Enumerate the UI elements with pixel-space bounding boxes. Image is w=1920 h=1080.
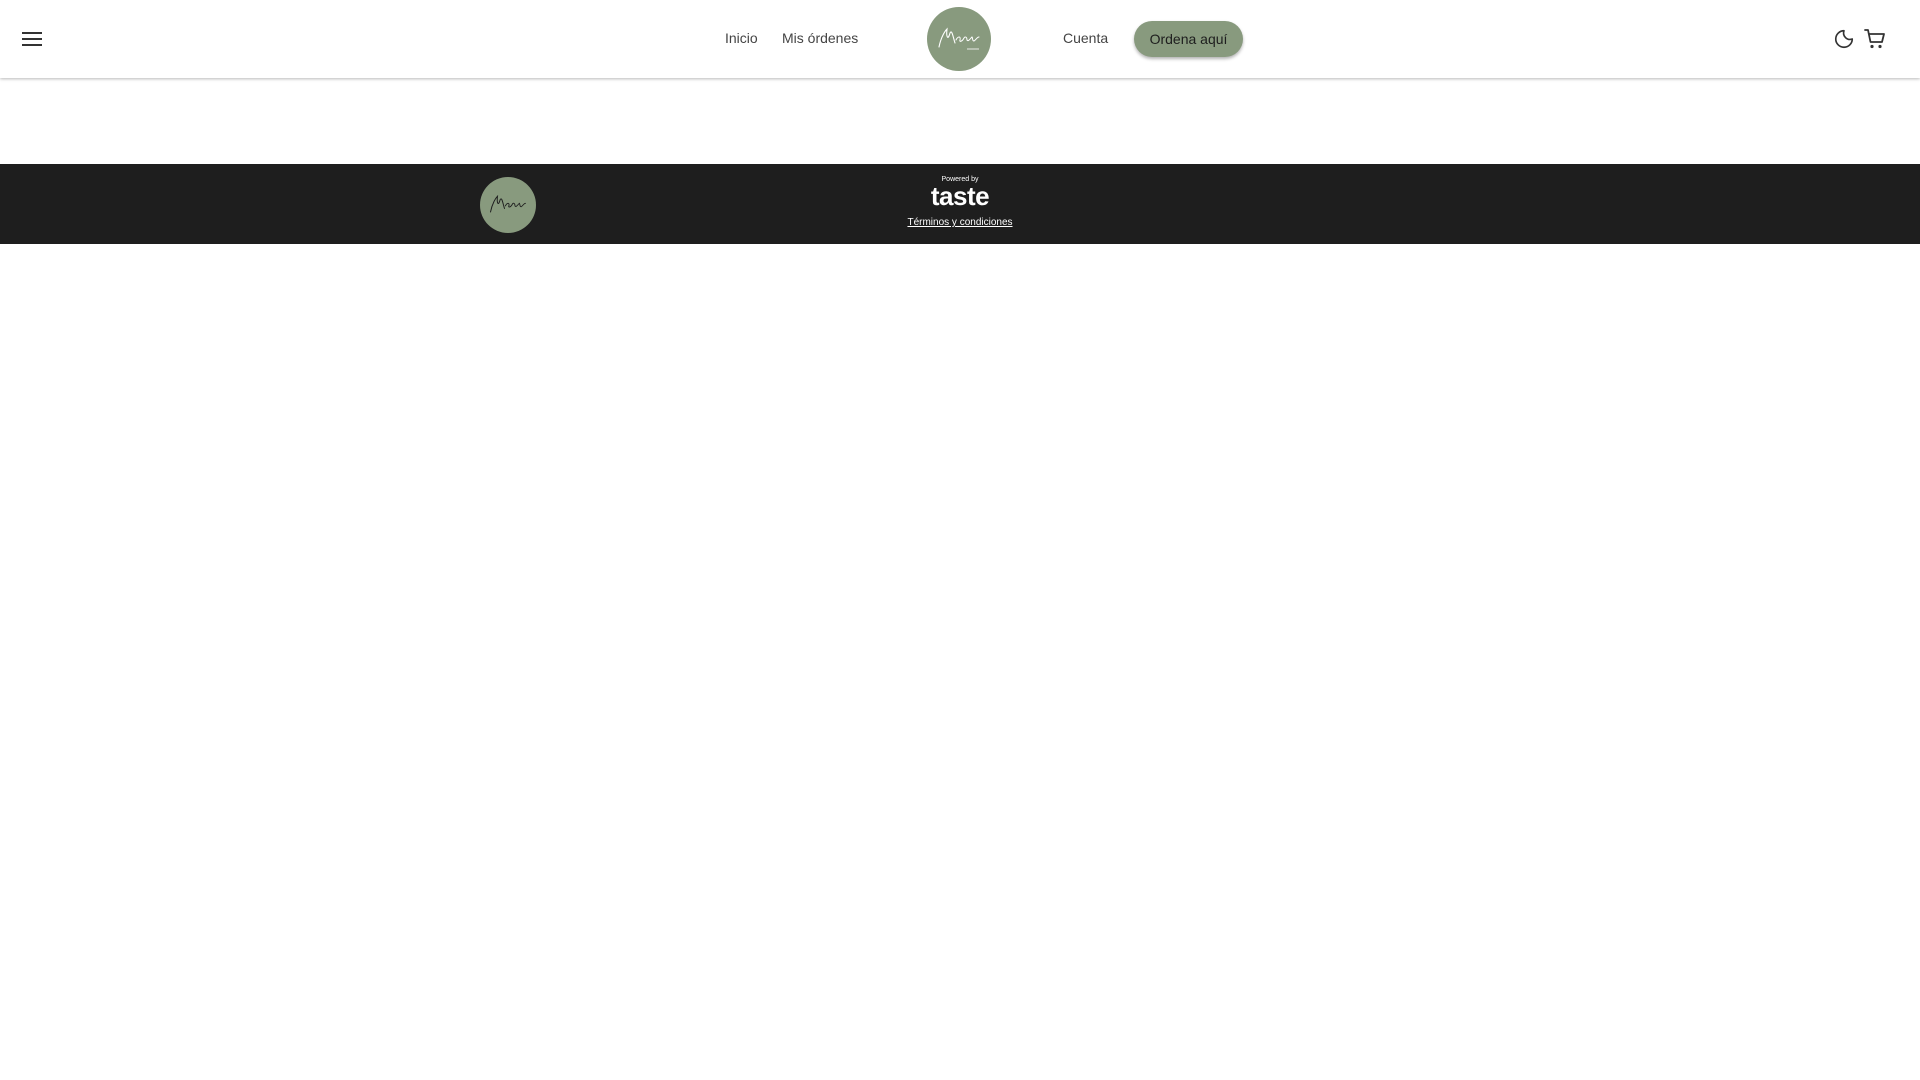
terms-link[interactable]: Términos y condiciones xyxy=(860,217,1060,228)
nav-link-inicio[interactable]: Inicio xyxy=(725,30,758,46)
order-here-button[interactable]: Ordena aquí xyxy=(1134,21,1243,57)
taste-logo[interactable]: taste xyxy=(860,181,1060,212)
cart-button[interactable] xyxy=(1861,25,1889,53)
top-navbar: Inicio Mis órdenes Cuenta Ordena aquí xyxy=(0,0,1920,78)
moon-icon xyxy=(1834,29,1854,49)
footer: Powered by taste Términos y condiciones xyxy=(0,164,1920,244)
nav-link-mis-ordenes[interactable]: Mis órdenes xyxy=(782,30,858,46)
menu-icon xyxy=(22,32,42,46)
restaurant-logo-image xyxy=(927,7,991,71)
nav-link-cuenta[interactable]: Cuenta xyxy=(1063,30,1108,46)
theme-toggle-button[interactable] xyxy=(1830,25,1858,53)
footer-logo-image xyxy=(480,177,536,233)
restaurant-logo[interactable] xyxy=(927,7,991,71)
menu-button[interactable] xyxy=(18,25,46,53)
cart-icon xyxy=(1864,29,1885,49)
footer-logo xyxy=(480,177,536,233)
